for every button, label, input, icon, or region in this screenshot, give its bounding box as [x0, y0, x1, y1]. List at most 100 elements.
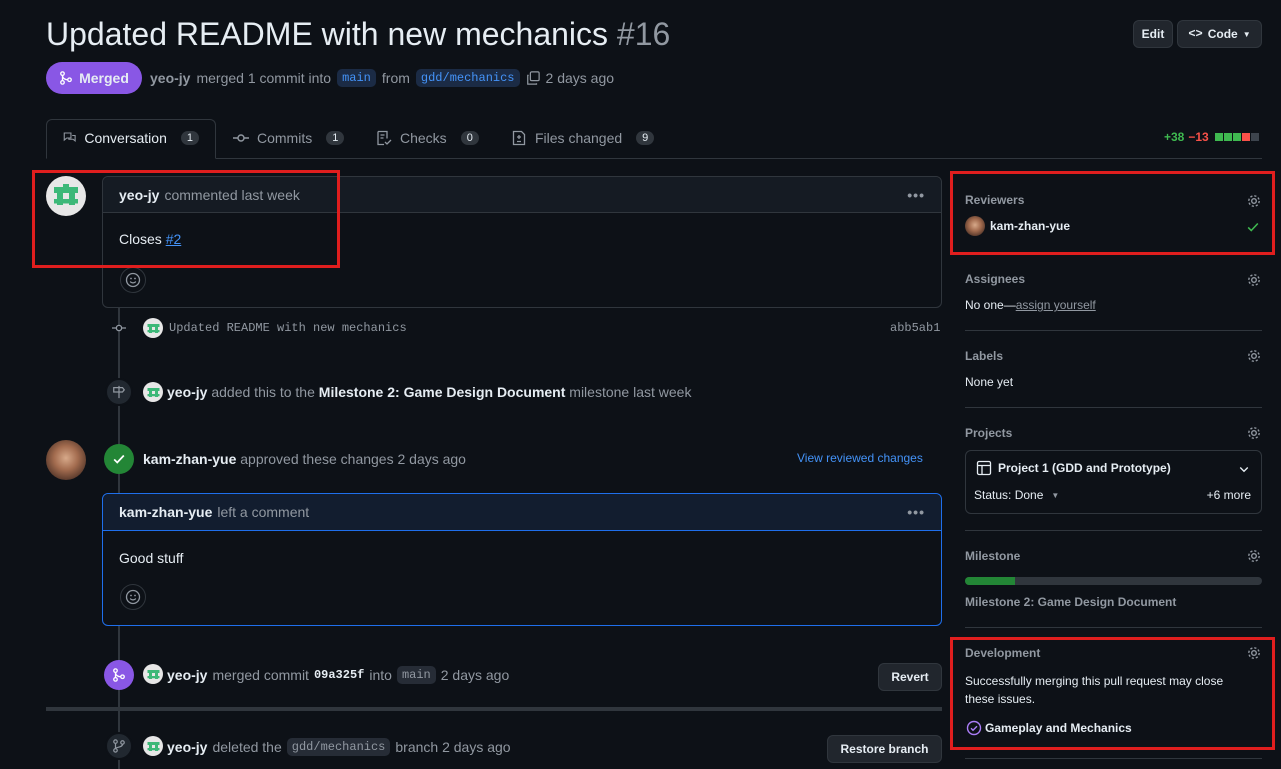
avatar[interactable] — [143, 318, 163, 338]
pr-meta: yeo-jy merged 1 commit into main from gd… — [150, 69, 614, 87]
head-branch-chip[interactable]: gdd/mechanics — [415, 69, 520, 87]
avatar[interactable] — [143, 736, 163, 756]
tab-conversation-label: Conversation — [84, 130, 167, 146]
gear-icon[interactable] — [1246, 193, 1262, 209]
highlight-box — [950, 171, 1275, 255]
comment-author[interactable]: yeo-jy — [119, 187, 159, 203]
diffstat-additions: +38 — [1164, 130, 1185, 144]
branch-chip[interactable]: gdd/mechanics — [286, 738, 391, 756]
milestone-event-icon — [105, 378, 133, 406]
tab-files-changed[interactable]: Files changed 9 — [511, 130, 655, 146]
add-reaction-icon[interactable] — [120, 267, 146, 293]
review-text: approved these changes 2 days ago — [240, 451, 466, 467]
merged-state-badge: Merged — [46, 62, 142, 94]
labels-title: Labels — [965, 349, 1004, 363]
pr-time: 2 days ago — [545, 70, 615, 86]
project-name[interactable]: Project 1 (GDD and Prototype) — [998, 461, 1171, 475]
comment-body-text: Closes — [119, 231, 162, 247]
review-event-text: kam-zhan-yue approved these changes 2 da… — [143, 451, 466, 467]
pr-title: Updated README with new mechanics — [46, 16, 609, 52]
revert-button-label: Revert — [891, 670, 929, 684]
pr-author-link[interactable]: yeo-jy — [150, 70, 190, 86]
gear-icon[interactable] — [1246, 348, 1262, 364]
linked-issue[interactable]: Gameplay and Mechanics — [985, 721, 1132, 735]
issue-link[interactable]: #2 — [166, 231, 182, 247]
commit-message[interactable]: Updated README with new mechanics — [169, 321, 407, 335]
branch-chip[interactable]: main — [396, 666, 436, 684]
edit-button[interactable]: Edit — [1133, 20, 1173, 48]
copy-icon[interactable] — [526, 71, 540, 85]
milestone-link[interactable]: Milestone 2: Game Design Document — [319, 384, 566, 400]
gear-icon[interactable] — [1246, 645, 1262, 661]
event-actor[interactable]: yeo-jy — [167, 739, 207, 755]
merge-event-text: yeo-jy merged commit 09a325f into main 2… — [167, 666, 509, 684]
gear-icon[interactable] — [1246, 272, 1262, 288]
projects-title: Projects — [965, 426, 1013, 440]
sidebar-divider — [965, 407, 1262, 408]
reviewer-name[interactable]: kam-zhan-yue — [990, 219, 1070, 233]
project-card[interactable]: Project 1 (GDD and Prototype) Status: Do… — [965, 450, 1262, 514]
event-actor[interactable]: yeo-jy — [167, 384, 207, 400]
event-text: branch 2 days ago — [395, 739, 511, 755]
sidebar-divider — [965, 627, 1262, 628]
avatar[interactable] — [46, 176, 86, 216]
event-text: into — [369, 667, 392, 683]
comment-header: kam-zhan-yue left a comment ••• — [103, 494, 941, 531]
comment-author[interactable]: kam-zhan-yue — [119, 504, 212, 520]
diffstat-deletions: −13 — [1188, 130, 1209, 144]
git-merge-icon — [104, 660, 134, 690]
comment-meta: commented last week — [164, 186, 300, 203]
reviewers-title: Reviewers — [965, 193, 1025, 207]
gear-icon[interactable] — [1246, 425, 1262, 441]
identicon-icon — [54, 184, 78, 205]
comment-header: yeo-jy commented last week ••• — [103, 177, 941, 213]
add-reaction-icon[interactable] — [120, 584, 146, 610]
table-icon — [976, 460, 992, 476]
gear-icon[interactable] — [1246, 548, 1262, 564]
tabs-divider — [46, 158, 1262, 159]
revert-button[interactable]: Revert — [878, 663, 942, 691]
avatar[interactable] — [46, 440, 86, 480]
delete-event-text: yeo-jy deleted the gdd/mechanics branch … — [167, 738, 511, 756]
avatar[interactable] — [965, 216, 985, 236]
assign-yourself-link[interactable]: assign yourself — [1016, 298, 1096, 312]
code-icon: <> — [1188, 27, 1203, 41]
sidebar-divider — [965, 330, 1262, 331]
tab-checks[interactable]: Checks 0 — [376, 130, 479, 146]
kebab-menu-icon[interactable]: ••• — [907, 187, 925, 203]
avatar[interactable] — [143, 664, 163, 684]
edit-button-label: Edit — [1141, 27, 1165, 41]
event-text: merged commit — [212, 667, 309, 683]
project-more[interactable]: +6 more — [1207, 488, 1251, 502]
kebab-menu-icon[interactable]: ••• — [907, 504, 925, 520]
approved-check-icon — [104, 444, 134, 474]
assignees-title: Assignees — [965, 272, 1026, 286]
check-icon — [1247, 222, 1259, 232]
project-status[interactable]: Status: Done ▼ — [974, 488, 1059, 502]
event-actor[interactable]: yeo-jy — [167, 667, 207, 683]
chevron-down-icon[interactable] — [1238, 463, 1250, 475]
event-text: deleted the — [212, 739, 282, 755]
diffstat-blocks — [1214, 133, 1259, 141]
reviewer-link[interactable]: kam-zhan-yue — [143, 451, 236, 467]
tab-files-changed-count: 9 — [636, 131, 655, 145]
view-reviewed-changes-link[interactable]: View reviewed changes — [797, 451, 923, 465]
milestone-progress-fill — [965, 577, 1016, 585]
merge-commit-sha[interactable]: 09a325f — [314, 668, 364, 682]
labels-value: None yet — [965, 375, 1014, 389]
event-time: 2 days ago — [440, 667, 510, 683]
base-branch-chip[interactable]: main — [337, 69, 376, 87]
file-diff-icon — [512, 130, 526, 146]
code-button[interactable]: <> Code ▼ — [1177, 20, 1262, 48]
git-commit-icon — [233, 134, 249, 142]
development-title: Development — [965, 646, 1041, 660]
milestone-name[interactable]: Milestone 2: Game Design Document — [965, 595, 1176, 609]
restore-branch-button[interactable]: Restore branch — [827, 735, 942, 763]
tab-conversation[interactable]: Conversation 1 — [46, 119, 216, 159]
tab-commits[interactable]: Commits 1 — [233, 130, 345, 146]
tab-checks-count: 0 — [460, 131, 479, 145]
tab-checks-label: Checks — [400, 130, 447, 146]
avatar[interactable] — [143, 382, 163, 402]
git-merge-icon — [60, 71, 72, 85]
commit-sha[interactable]: abb5ab1 — [890, 321, 940, 335]
